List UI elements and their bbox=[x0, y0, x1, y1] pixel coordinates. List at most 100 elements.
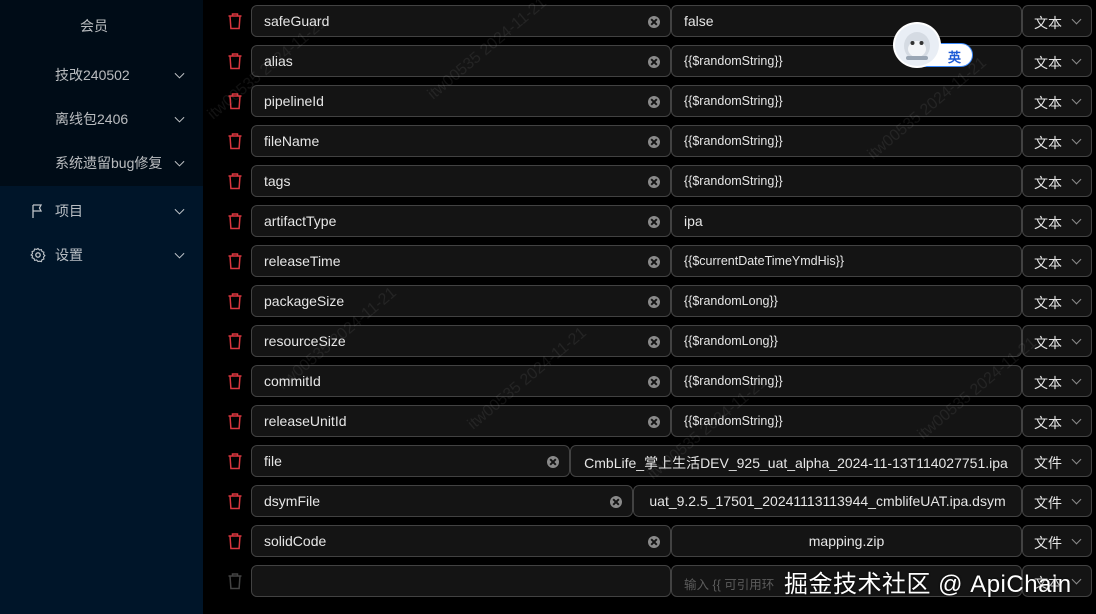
param-type-select[interactable]: 文件 bbox=[1022, 445, 1092, 477]
delete-icon[interactable] bbox=[227, 452, 243, 470]
param-value-input[interactable]: {{$randomString}} bbox=[671, 405, 1022, 437]
param-type-select[interactable]: 文本 bbox=[1022, 245, 1092, 277]
sidebar-item-member[interactable]: 会员 bbox=[0, 4, 203, 48]
delete-icon[interactable] bbox=[227, 52, 243, 70]
param-value-input[interactable]: mapping.zip bbox=[671, 525, 1022, 557]
param-key-input[interactable]: pipelineId bbox=[251, 85, 671, 117]
chevron-down-icon bbox=[1071, 414, 1082, 425]
sidebar-subitem-3[interactable]: 系统遗留bug修复 bbox=[0, 141, 203, 185]
param-type-select[interactable]: 文本 bbox=[1022, 205, 1092, 237]
param-key-input[interactable]: packageSize bbox=[251, 285, 671, 317]
param-type-select[interactable]: 文本 bbox=[1022, 365, 1092, 397]
delete-icon[interactable] bbox=[227, 532, 243, 550]
param-type-select[interactable]: 文件 bbox=[1022, 525, 1092, 557]
param-value-input[interactable]: {{$randomString}} bbox=[671, 85, 1022, 117]
param-type-select[interactable]: 文本 bbox=[1022, 325, 1092, 357]
param-value-input[interactable]: {{$randomLong}} bbox=[671, 325, 1022, 357]
chevron-down-icon bbox=[174, 204, 185, 215]
param-type-select[interactable]: 文本 bbox=[1022, 285, 1092, 317]
ime-indicator[interactable]: 英 bbox=[893, 22, 975, 68]
gear-icon bbox=[30, 247, 46, 263]
chevron-down-icon bbox=[1071, 94, 1082, 105]
param-value-input[interactable]: {{$randomString}} bbox=[671, 365, 1022, 397]
delete-icon[interactable] bbox=[227, 332, 243, 350]
param-type-label: 文件 bbox=[1034, 455, 1062, 471]
clear-icon[interactable] bbox=[648, 416, 660, 428]
param-type-label: 文本 bbox=[1034, 135, 1062, 151]
clear-icon[interactable] bbox=[648, 176, 660, 188]
clear-icon[interactable] bbox=[648, 296, 660, 308]
param-key-input[interactable]: artifactType bbox=[251, 205, 671, 237]
sidebar-item-project[interactable]: 项目 bbox=[0, 189, 203, 233]
param-value-input[interactable]: uat_9.2.5_17501_20241113113944_cmblifeUA… bbox=[633, 485, 1022, 517]
clear-icon[interactable] bbox=[648, 16, 660, 28]
chevron-down-icon bbox=[1071, 454, 1082, 465]
param-key-input[interactable]: dsymFile bbox=[251, 485, 633, 517]
clear-icon[interactable] bbox=[648, 376, 660, 388]
param-type-select[interactable]: 文本 bbox=[1022, 405, 1092, 437]
param-key-input[interactable]: commitId bbox=[251, 365, 671, 397]
param-type-label: 文本 bbox=[1034, 15, 1062, 31]
param-type-select[interactable]: 文本 bbox=[1022, 125, 1092, 157]
param-type-select[interactable]: 文本 bbox=[1022, 165, 1092, 197]
sidebar-subitem-2[interactable]: 离线包2406 bbox=[0, 97, 203, 141]
flag-icon bbox=[32, 204, 43, 218]
param-key-input[interactable]: fileName bbox=[251, 125, 671, 157]
chevron-down-icon bbox=[1071, 214, 1082, 225]
param-row: file CmbLife_掌上生活DEV_925_uat_alpha_2024-… bbox=[203, 444, 1096, 478]
clear-icon[interactable] bbox=[648, 216, 660, 228]
ime-language-label: 英 bbox=[947, 50, 961, 65]
delete-icon[interactable] bbox=[227, 292, 243, 310]
delete-icon[interactable] bbox=[227, 92, 243, 110]
param-key-text: releaseTime bbox=[264, 253, 341, 269]
clear-icon[interactable] bbox=[648, 56, 660, 68]
new-param-key-input[interactable] bbox=[251, 565, 671, 597]
clear-icon[interactable] bbox=[648, 136, 660, 148]
param-key-input[interactable]: alias bbox=[251, 45, 671, 77]
clear-icon[interactable] bbox=[648, 256, 660, 268]
delete-icon[interactable] bbox=[227, 172, 243, 190]
delete-icon[interactable] bbox=[227, 252, 243, 270]
sidebar-item-label: 离线包2406 bbox=[55, 111, 129, 127]
clear-icon[interactable] bbox=[610, 496, 622, 508]
param-type-label: 文本 bbox=[1034, 375, 1062, 391]
param-type-select[interactable]: 文本 bbox=[1022, 85, 1092, 117]
param-key-text: fileName bbox=[264, 133, 320, 149]
delete-icon[interactable] bbox=[227, 132, 243, 150]
param-key-text: tags bbox=[264, 173, 291, 189]
delete-icon[interactable] bbox=[227, 412, 243, 430]
clear-icon[interactable] bbox=[547, 456, 559, 468]
chevron-down-icon bbox=[1071, 174, 1082, 185]
param-value-input[interactable]: {{$randomString}} bbox=[671, 125, 1022, 157]
delete-icon[interactable] bbox=[227, 492, 243, 510]
param-type-select[interactable]: 文本 bbox=[1022, 45, 1092, 77]
sidebar-item-settings[interactable]: 设置 bbox=[0, 233, 203, 277]
clear-icon[interactable] bbox=[648, 96, 660, 108]
param-value-input[interactable]: {{$currentDateTimeYmdHis}} bbox=[671, 245, 1022, 277]
param-type-select[interactable]: 文本 bbox=[1022, 5, 1092, 37]
param-value-input[interactable]: {{$randomString}} bbox=[671, 165, 1022, 197]
param-key-input[interactable]: releaseUnitId bbox=[251, 405, 671, 437]
param-key-input[interactable]: file bbox=[251, 445, 570, 477]
clear-icon[interactable] bbox=[648, 336, 660, 348]
param-key-input[interactable]: tags bbox=[251, 165, 671, 197]
param-value-input[interactable]: CmbLife_掌上生活DEV_925_uat_alpha_2024-11-13… bbox=[570, 445, 1022, 477]
param-row: tags {{$randomString}} 文本 bbox=[203, 164, 1096, 198]
clear-icon[interactable] bbox=[648, 536, 660, 548]
param-value-input[interactable]: {{$randomLong}} bbox=[671, 285, 1022, 317]
param-key-input[interactable]: resourceSize bbox=[251, 325, 671, 357]
sidebar-subitem-1[interactable]: 技改240502 bbox=[0, 53, 203, 97]
param-value-text: {{$randomString}} bbox=[684, 414, 783, 428]
chevron-down-icon bbox=[1071, 134, 1082, 145]
delete-icon[interactable] bbox=[227, 372, 243, 390]
param-key-input[interactable]: releaseTime bbox=[251, 245, 671, 277]
param-row: packageSize {{$randomLong}} 文本 bbox=[203, 284, 1096, 318]
param-key-input[interactable]: safeGuard bbox=[251, 5, 671, 37]
param-type-select[interactable]: 文件 bbox=[1022, 485, 1092, 517]
delete-icon[interactable] bbox=[227, 12, 243, 30]
delete-icon[interactable] bbox=[227, 212, 243, 230]
param-value-input[interactable]: ipa bbox=[671, 205, 1022, 237]
param-type-label: 文本 bbox=[1034, 215, 1062, 231]
sidebar-item-label: 系统遗留bug修复 bbox=[55, 155, 163, 171]
param-key-input[interactable]: solidCode bbox=[251, 525, 671, 557]
